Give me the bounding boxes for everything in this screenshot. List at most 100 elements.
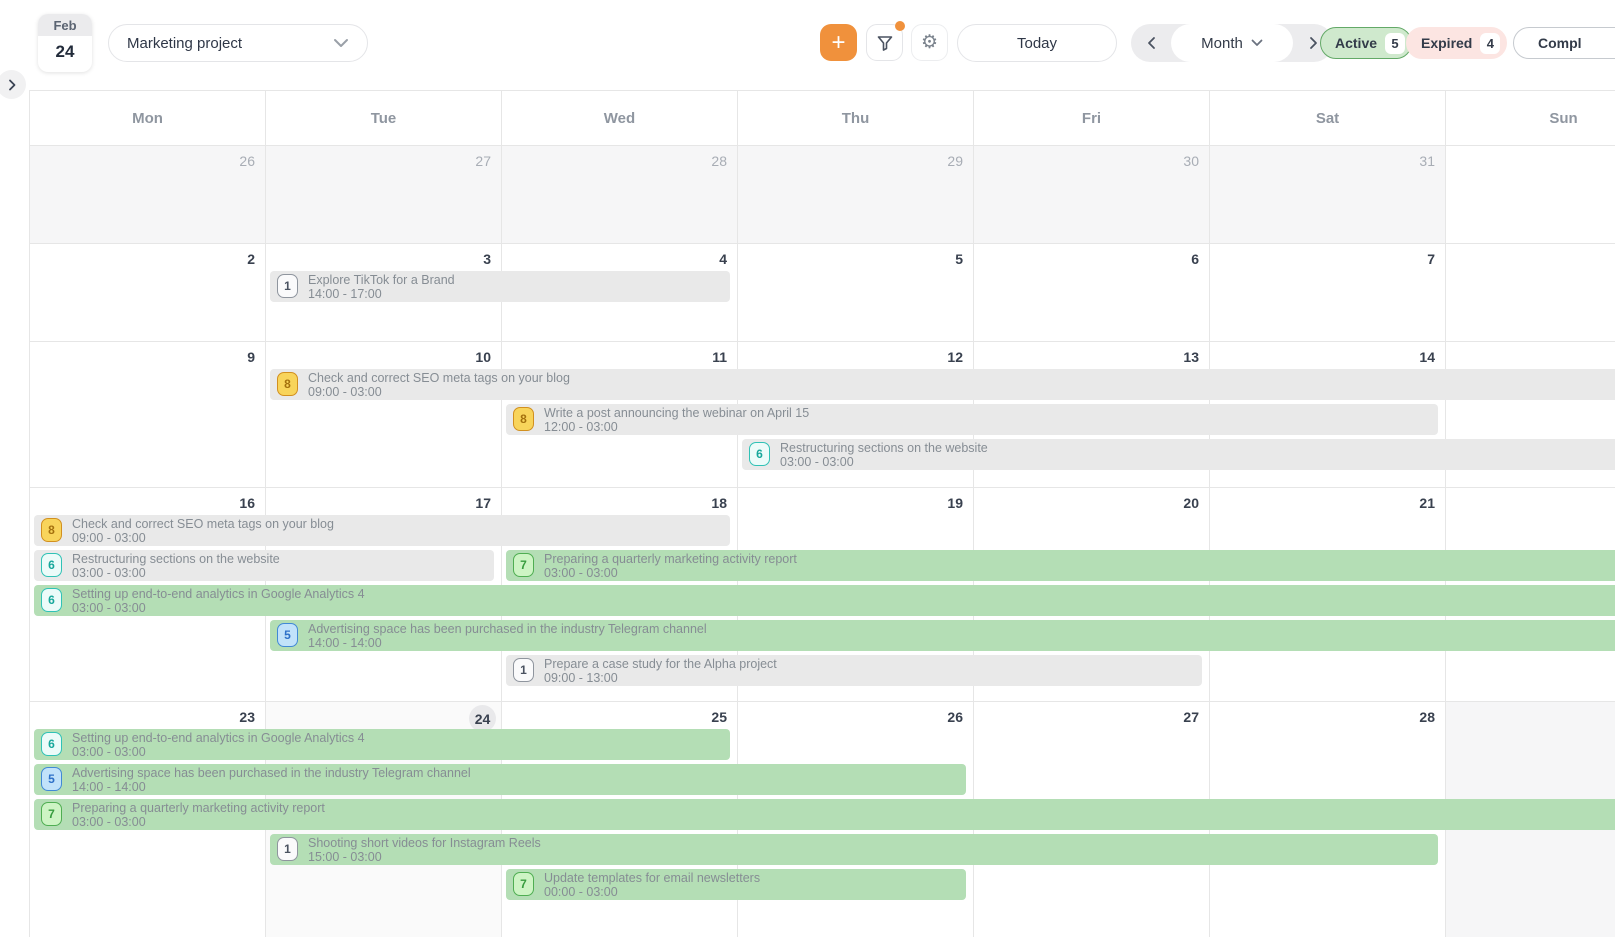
weekday-header-sat: Sat [1209, 91, 1445, 145]
event-text: Check and correct SEO meta tags on your … [308, 369, 1615, 399]
event-text: Preparing a quarterly marketing activity… [544, 550, 1615, 580]
event-bar[interactable]: 6Restructuring sections on the website03… [742, 439, 1615, 470]
event-count-badge: 6 [41, 732, 62, 756]
event-bar[interactable]: 8 Check and correct SEO meta tags on your… [270, 369, 1615, 400]
event-title: Preparing a quarterly marketing activity… [544, 552, 1615, 566]
event-count-badge: 7 [41, 802, 62, 826]
weekday-header-tue: Tue [265, 91, 501, 145]
day-cell-31[interactable]: 31 [1209, 146, 1445, 243]
event-title: Restructuring sections on the website [72, 552, 494, 566]
day-cell-10[interactable]: 10 [265, 342, 501, 487]
day-cell-5[interactable]: 5 [737, 244, 973, 341]
day-cell-1[interactable]: 1 [1445, 146, 1615, 243]
event-bar[interactable]: 7Preparing a quarterly marketing activit… [506, 550, 1615, 581]
event-title: Setting up end-to-end analytics in Googl… [72, 731, 730, 745]
event-bar[interactable]: 1Shooting short videos for Instagram Ree… [270, 834, 1438, 865]
weekday-header-row: MonTueWedThuFriSatSun [29, 91, 1615, 146]
filter-active-pill[interactable]: Active 5 [1320, 27, 1412, 59]
day-number: 4 [719, 251, 727, 267]
event-bar[interactable]: 5Advertising space has been purchased in… [270, 620, 1615, 651]
today-button[interactable]: Today [957, 24, 1117, 62]
day-cell-8[interactable]: 8 [1445, 244, 1615, 341]
week-row: 23456781Explore TikTok for a Brand14:00 … [29, 244, 1615, 342]
event-bar[interactable]: 6 Setting up end-to-end analytics in Goog… [34, 729, 730, 760]
day-number: 28 [1419, 709, 1435, 725]
event-text: Prepare a case study for the Alpha proje… [544, 655, 1202, 685]
event-title: Setting up end-to-end analytics in Googl… [72, 587, 1615, 601]
day-number: 21 [1419, 495, 1435, 511]
today-button-label: Today [1017, 35, 1057, 52]
event-bar[interactable]: 8Write a post announcing the webinar on … [506, 404, 1438, 435]
event-text: Check and correct SEO meta tags on your … [72, 515, 730, 545]
filter-button[interactable] [866, 24, 903, 61]
day-cell-6[interactable]: 6 [973, 244, 1209, 341]
event-bar[interactable]: 7 Preparing a quarterly marketing activit… [34, 799, 1615, 830]
event-title: Check and correct SEO meta tags on your … [72, 517, 730, 531]
day-cell-7[interactable]: 7 [1209, 244, 1445, 341]
event-count-badge: 6 [41, 588, 62, 612]
event-title: Shooting short videos for Instagram Reel… [308, 836, 1438, 850]
event-text: Restructuring sections on the website03:… [72, 550, 494, 580]
event-bar[interactable]: 6 Restructuring sections on the website03… [34, 550, 494, 581]
day-number: 7 [1427, 251, 1435, 267]
event-time: 03:00 - 03:00 [72, 745, 730, 759]
event-count-badge: 6 [41, 553, 62, 577]
weekday-header-wed: Wed [501, 91, 737, 145]
day-number: 24 [475, 711, 491, 727]
day-cell-26[interactable]: 26 [29, 146, 265, 243]
event-time: 14:00 - 17:00 [308, 287, 730, 301]
plus-icon: + [831, 29, 845, 57]
view-mode-dropdown[interactable]: Month [1171, 24, 1293, 62]
event-count-badge: 8 [513, 407, 534, 431]
chevron-right-icon [8, 79, 16, 91]
event-bar[interactable]: 7Update templates for email newsletters0… [506, 869, 966, 900]
sidebar-expand-button[interactable] [0, 70, 26, 99]
day-cell-30[interactable]: 30 [973, 146, 1209, 243]
previous-period-button[interactable] [1131, 24, 1171, 62]
event-time: 03:00 - 03:00 [544, 566, 1615, 580]
event-text: Setting up end-to-end analytics in Googl… [72, 585, 1615, 615]
filter-completed-pill[interactable]: Compl [1513, 27, 1615, 59]
day-number: 23 [239, 709, 255, 725]
event-time: 03:00 - 03:00 [780, 455, 1615, 469]
day-number: 28 [711, 153, 727, 169]
event-time: 09:00 - 03:00 [308, 385, 1615, 399]
event-title: Prepare a case study for the Alpha proje… [544, 657, 1202, 671]
event-text: Preparing a quarterly marketing activity… [72, 799, 1615, 829]
calendar-app: Feb 24 Marketing project + ⚙ Today Month [0, 0, 1615, 937]
event-count-badge: 8 [277, 372, 298, 396]
current-date-badge: Feb 24 [38, 14, 92, 72]
weekday-header-thu: Thu [737, 91, 973, 145]
day-cell-29[interactable]: 29 [737, 146, 973, 243]
day-number: 2 [247, 251, 255, 267]
day-cell-28[interactable]: 28 [501, 146, 737, 243]
filter-active-dot [895, 21, 905, 31]
event-bar[interactable]: 5Advertising space has been purchased in… [34, 764, 966, 795]
day-number: 27 [1183, 709, 1199, 725]
add-event-button[interactable]: + [820, 24, 857, 61]
day-number: 13 [1183, 349, 1199, 365]
day-number: 10 [475, 349, 491, 365]
event-bar[interactable]: 8 Check and correct SEO meta tags on your… [34, 515, 730, 546]
day-cell-2[interactable]: 2 [29, 244, 265, 341]
project-selector-dropdown[interactable]: Marketing project [108, 24, 368, 62]
current-day-label: 24 [38, 36, 92, 62]
day-number: 17 [475, 495, 491, 511]
event-count-badge: 8 [41, 518, 62, 542]
day-number: 11 [712, 349, 727, 365]
event-bar[interactable]: 1Explore TikTok for a Brand14:00 - 17:00 [270, 271, 730, 302]
settings-button[interactable]: ⚙ [911, 24, 948, 61]
day-number: 16 [239, 495, 255, 511]
event-bar[interactable]: 6 Setting up end-to-end analytics in Goog… [34, 585, 1615, 616]
week-row: 91011121314158Check and correct SEO meta… [29, 342, 1615, 488]
event-time: 14:00 - 14:00 [308, 636, 1615, 650]
day-number: 31 [1419, 153, 1435, 169]
event-bar[interactable]: 1Prepare a case study for the Alpha proj… [506, 655, 1202, 686]
filter-expired-pill[interactable]: Expired 4 [1406, 27, 1507, 59]
chevron-down-icon [333, 38, 349, 48]
event-title: Update templates for email newsletters [544, 871, 966, 885]
day-cell-27[interactable]: 27 [265, 146, 501, 243]
day-cell-9[interactable]: 9 [29, 342, 265, 487]
today-circle: 24 [469, 705, 496, 732]
event-title: Explore TikTok for a Brand [308, 273, 730, 287]
